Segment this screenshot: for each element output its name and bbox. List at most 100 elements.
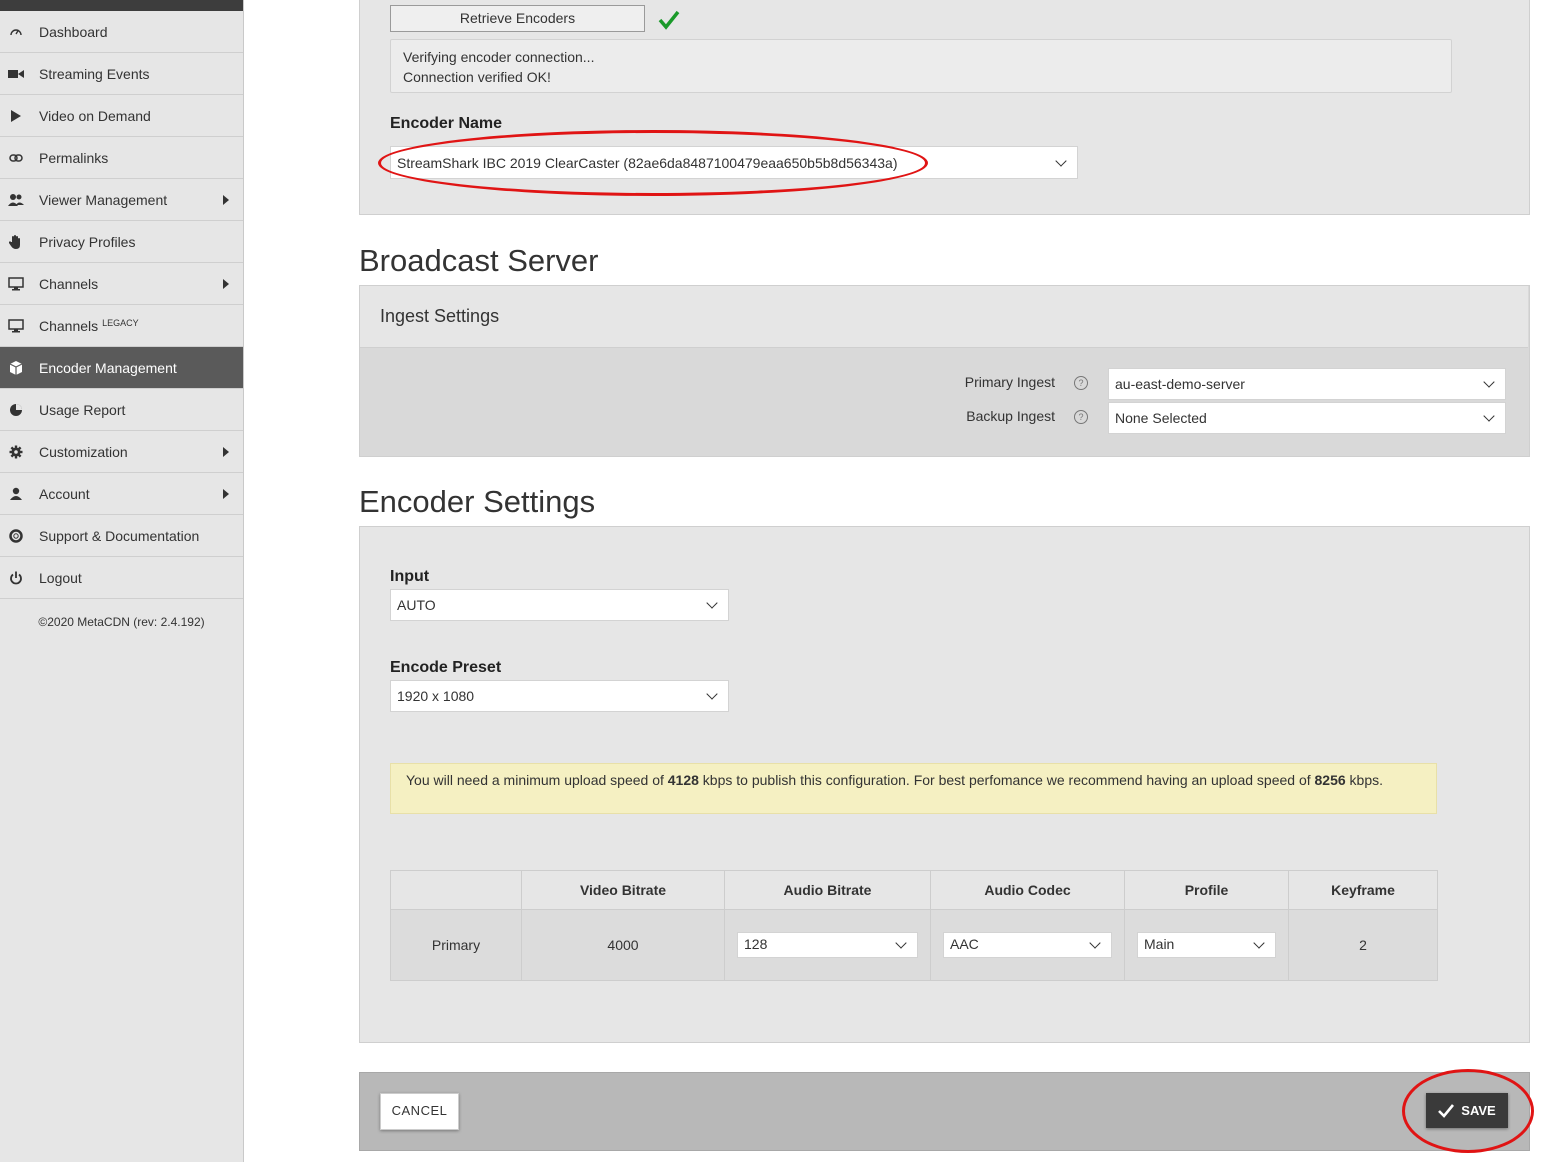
recommended-upload-speed: 8256 xyxy=(1314,772,1346,788)
camera-icon xyxy=(8,66,24,82)
annotation-ellipse xyxy=(378,130,928,196)
primary-ingest-label: Primary Ingest xyxy=(964,374,1055,390)
sidebar-item-permalinks[interactable]: Permalinks xyxy=(0,137,243,179)
sidebar-item-account[interactable]: Account xyxy=(0,473,243,515)
sidebar-item-channels[interactable]: Channels xyxy=(0,263,243,305)
sidebar-item-video-on-demand[interactable]: Video on Demand xyxy=(0,95,243,137)
sidebar: Dashboard Streaming Events Video on Dema… xyxy=(0,0,244,1162)
input-value: AUTO xyxy=(397,597,436,613)
legacy-badge: LEGACY xyxy=(102,317,139,328)
sidebar-item-label: Channels xyxy=(39,317,99,334)
profile-select[interactable]: Main xyxy=(1137,932,1276,958)
table-header: Keyframe xyxy=(1288,870,1438,910)
sidebar-topbar xyxy=(0,0,243,11)
chevron-down-icon xyxy=(1089,937,1101,949)
table-header: Video Bitrate xyxy=(521,870,725,910)
chevron-down-icon xyxy=(706,597,718,609)
chevron-down-icon xyxy=(1483,410,1495,422)
sidebar-item-label: Account xyxy=(39,485,90,502)
pie-chart-icon xyxy=(8,402,24,418)
sidebar-item-label: Privacy Profiles xyxy=(39,233,136,250)
sidebar-item-streaming-events[interactable]: Streaming Events xyxy=(0,53,243,95)
chevron-down-icon xyxy=(1253,937,1265,949)
audio-codec-select[interactable]: AAC xyxy=(943,932,1112,958)
sidebar-item-label: Dashboard xyxy=(39,23,108,40)
sidebar-item-privacy-profiles[interactable]: Privacy Profiles xyxy=(0,221,243,263)
table-row: Primary 4000 128 AAC Main 2 xyxy=(390,909,1438,981)
caret-right-icon xyxy=(223,194,229,205)
encoder-bitrate-table: Video Bitrate Audio Bitrate Audio Codec … xyxy=(390,870,1438,981)
chevron-down-icon xyxy=(1055,154,1067,167)
sidebar-item-support[interactable]: Support & Documentation xyxy=(0,515,243,557)
sidebar-item-label: Video on Demand xyxy=(39,107,151,124)
sidebar-item-channels-legacy[interactable]: Channels LEGACY xyxy=(0,305,243,347)
users-icon xyxy=(8,192,24,208)
encoder-name-label: Encoder Name xyxy=(390,115,503,132)
profile-cell: Main xyxy=(1124,909,1289,981)
alert-text: kbps. xyxy=(1345,772,1384,788)
help-icon[interactable]: ? xyxy=(1074,376,1088,390)
play-icon xyxy=(8,108,24,124)
sidebar-item-dashboard[interactable]: Dashboard xyxy=(0,11,243,53)
min-upload-speed: 4128 xyxy=(667,772,699,788)
power-icon xyxy=(8,570,24,586)
gear-icon xyxy=(8,444,24,460)
sidebar-item-label: Logout xyxy=(39,569,82,586)
input-select[interactable]: AUTO xyxy=(390,589,729,621)
sidebar-item-label: Streaming Events xyxy=(39,65,150,82)
encode-preset-value: 1920 x 1080 xyxy=(397,688,475,704)
audio-bitrate-select[interactable]: 128 xyxy=(737,932,918,958)
checkmark-icon xyxy=(658,10,680,35)
backup-ingest-select[interactable]: None Selected xyxy=(1108,402,1506,434)
sidebar-item-label: Usage Report xyxy=(39,401,126,418)
encode-preset-select[interactable]: 1920 x 1080 xyxy=(390,680,729,712)
input-label: Input xyxy=(390,568,430,585)
chevron-down-icon xyxy=(1483,376,1495,388)
chevron-down-icon xyxy=(706,688,718,700)
chevron-down-icon xyxy=(895,937,907,949)
copyright-text: ©2020 MetaCDN (rev: 2.4.192) xyxy=(38,615,205,629)
ingest-settings-header xyxy=(360,286,1528,348)
dashboard-icon xyxy=(8,24,24,40)
sidebar-item-label: Channels xyxy=(39,275,99,292)
caret-right-icon xyxy=(223,488,229,499)
audio-bitrate-cell: 128 xyxy=(724,909,931,981)
table-header: Profile xyxy=(1124,870,1289,910)
sidebar-item-viewer-management[interactable]: Viewer Management xyxy=(0,179,243,221)
sidebar-item-label: Support & Documentation xyxy=(39,527,200,544)
user-icon xyxy=(8,486,24,502)
sidebar-item-usage-report[interactable]: Usage Report xyxy=(0,389,243,431)
row-name: Primary xyxy=(390,909,522,981)
sidebar-item-label: Customization xyxy=(39,443,128,460)
table-header-row: Video Bitrate Audio Bitrate Audio Codec … xyxy=(390,870,1438,910)
sidebar-item-logout[interactable]: Logout xyxy=(0,557,243,599)
monitor-icon xyxy=(8,276,24,292)
table-header: Audio Codec xyxy=(930,870,1125,910)
sidebar-item-encoder-management[interactable]: Encoder Management xyxy=(0,347,243,389)
cube-icon xyxy=(8,360,24,376)
cancel-button[interactable]: CANCEL xyxy=(380,1093,459,1130)
primary-ingest-value: au-east-demo-server xyxy=(1115,376,1245,392)
form-footer xyxy=(359,1072,1530,1151)
video-bitrate-cell: 4000 xyxy=(521,909,725,981)
audio-bitrate-value: 128 xyxy=(744,936,768,952)
table-header xyxy=(390,870,522,910)
backup-ingest-value: None Selected xyxy=(1115,410,1207,426)
link-icon xyxy=(8,150,24,166)
monitor-icon xyxy=(8,318,24,334)
primary-ingest-select[interactable]: au-east-demo-server xyxy=(1108,368,1506,400)
broadcast-server-title: Broadcast Server xyxy=(359,243,599,278)
sidebar-item-customization[interactable]: Customization xyxy=(0,431,243,473)
connection-status-box: Verifying encoder connection... Connecti… xyxy=(390,39,1452,93)
retrieve-encoders-button[interactable]: Retrieve Encoders xyxy=(390,5,645,32)
sidebar-item-label: Viewer Management xyxy=(39,191,168,208)
status-line: Connection verified OK! xyxy=(403,69,551,85)
caret-right-icon xyxy=(223,278,229,289)
alert-text: kbps to publish this configuration. For … xyxy=(698,772,1315,788)
profile-value: Main xyxy=(1144,936,1175,952)
table-header: Audio Bitrate xyxy=(724,870,931,910)
hand-icon xyxy=(8,234,24,250)
annotation-ellipse xyxy=(1402,1069,1534,1153)
help-icon[interactable]: ? xyxy=(1074,410,1088,424)
upload-speed-alert: You will need a minimum upload speed of … xyxy=(390,763,1437,814)
